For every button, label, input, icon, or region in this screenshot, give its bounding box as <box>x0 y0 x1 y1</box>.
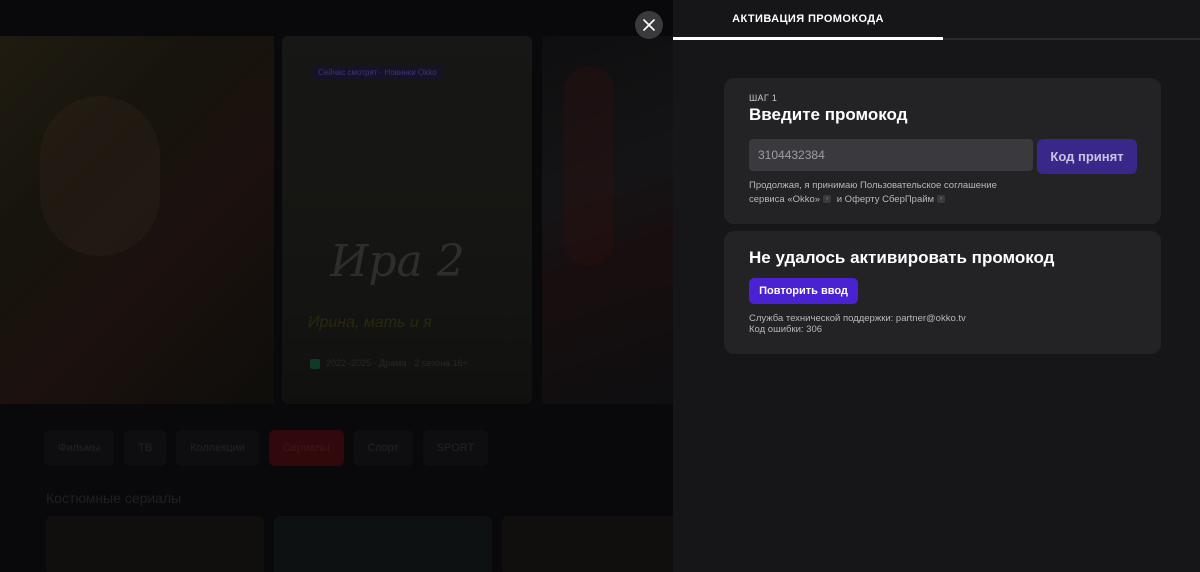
tab-bar: АКТИВАЦИЯ ПРОМОКОДА <box>673 0 1200 40</box>
chevron-right-icon[interactable]: › <box>823 195 832 204</box>
promo-entry-card: ШАГ 1 Введите промокод Код принят Продол… <box>724 78 1161 224</box>
error-title: Не удалось активировать промокод <box>749 248 1055 267</box>
terms-text: Продолжая, я принимаю Пользовательское с… <box>749 179 997 207</box>
step-title: Введите промокод <box>749 105 908 124</box>
retry-button[interactable]: Повторить ввод <box>749 278 858 304</box>
modal-overlay[interactable] <box>0 0 673 572</box>
tab-promo-activation[interactable]: АКТИВАЦИЯ ПРОМОКОДА <box>673 0 943 40</box>
terms-line-2: сервиса «Okko» › и Оферту СберПрайм › <box>749 193 997 207</box>
error-card: Не удалось активировать промокод Повтори… <box>724 231 1161 354</box>
error-code: Код ошибки: 306 <box>749 324 823 335</box>
terms-okko-link[interactable]: сервиса «Okko» <box>749 194 820 205</box>
code-accepted-button[interactable]: Код принят <box>1037 139 1137 174</box>
close-button[interactable] <box>635 11 663 39</box>
close-icon <box>643 19 655 31</box>
step-label: ШАГ 1 <box>749 93 778 103</box>
promo-panel: АКТИВАЦИЯ ПРОМОКОДА ШАГ 1 Введите промок… <box>673 0 1200 572</box>
tab-indicator <box>673 37 943 40</box>
terms-line-1: Продолжая, я принимаю Пользовательское с… <box>749 180 997 191</box>
terms-sber-link[interactable]: и Оферту СберПрайм <box>837 194 934 205</box>
promo-code-input[interactable] <box>749 139 1033 171</box>
chevron-right-icon[interactable]: › <box>937 195 946 204</box>
support-contact: Служба технической поддержки: partner@ok… <box>749 313 966 324</box>
